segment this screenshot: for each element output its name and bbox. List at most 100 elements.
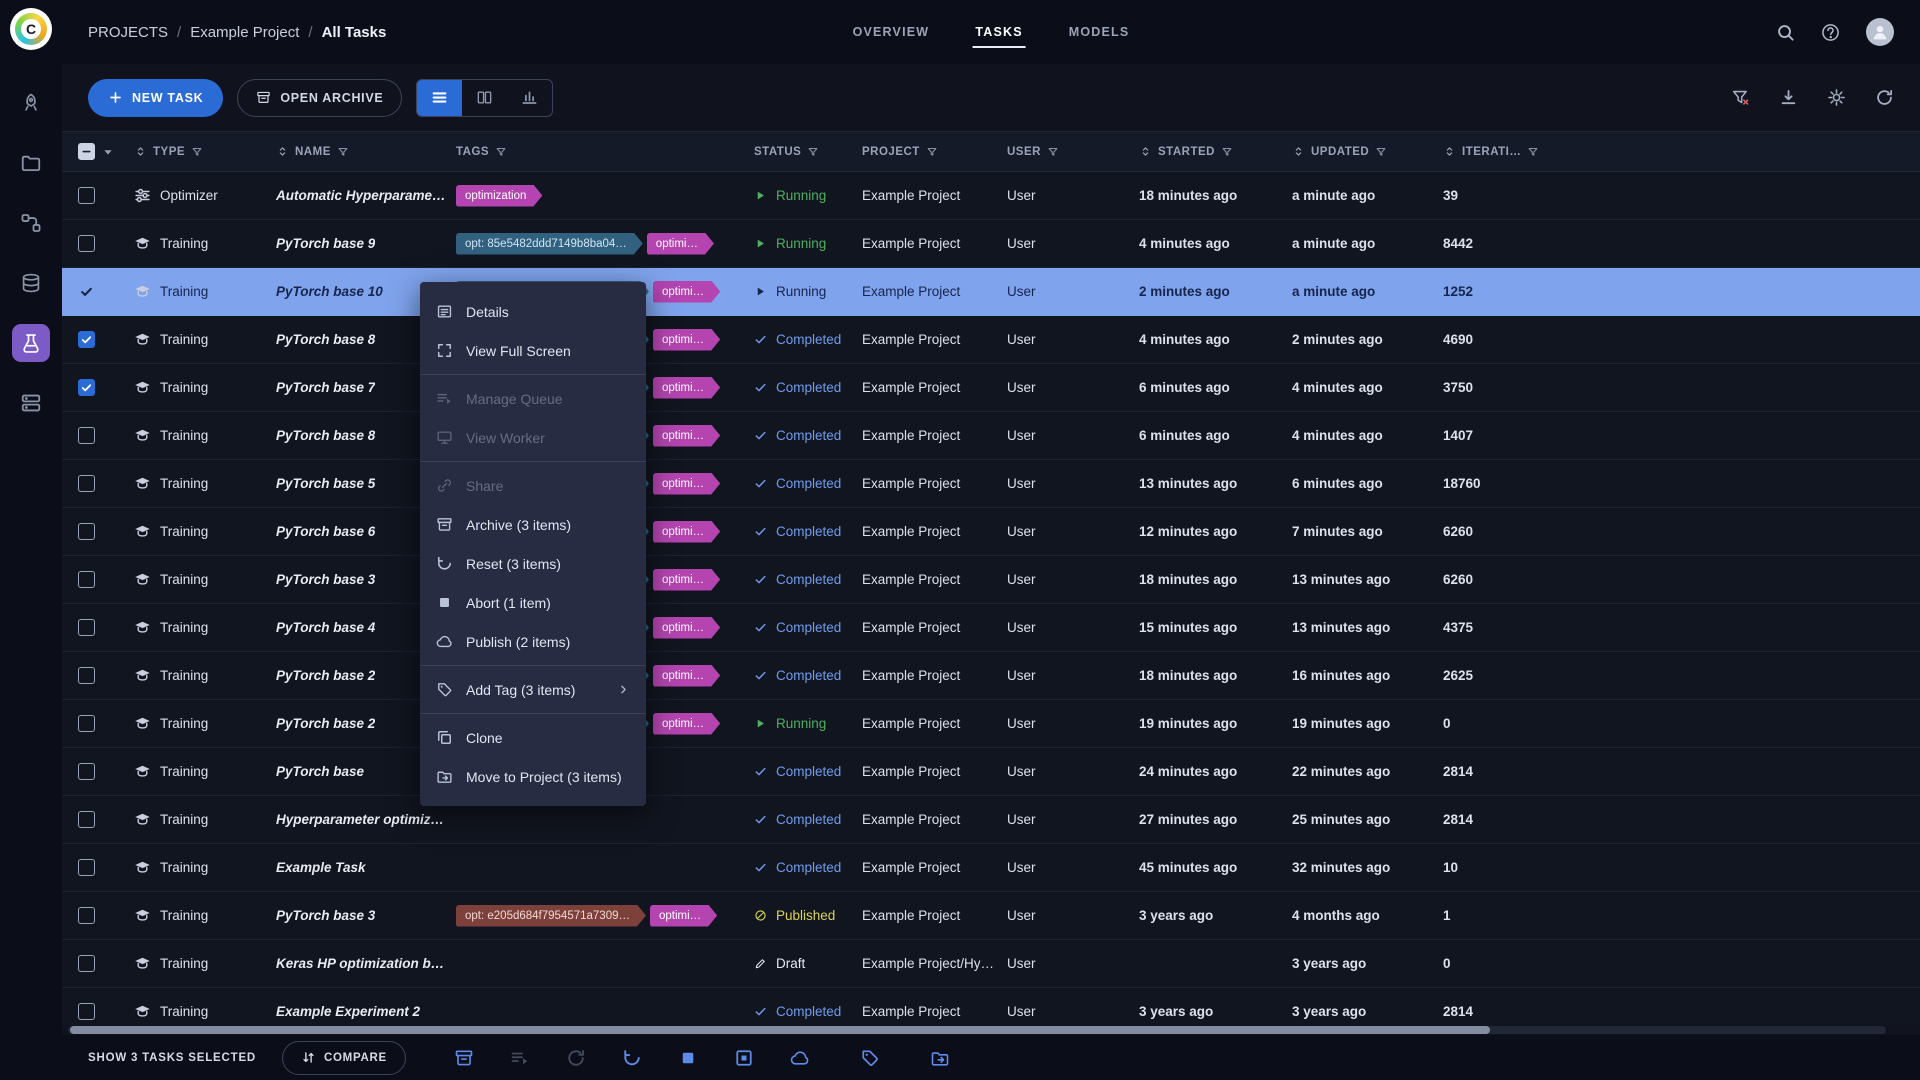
menu-item-abort-1-item[interactable]: Abort (1 item) xyxy=(420,583,646,622)
clearml-logo[interactable]: C xyxy=(10,8,52,50)
footer-action-move-to-project[interactable] xyxy=(930,1048,950,1068)
footer-action-archive[interactable] xyxy=(454,1048,474,1068)
download-icon[interactable] xyxy=(1779,88,1798,107)
breadcrumb-project-name[interactable]: Example Project xyxy=(190,24,299,41)
menu-item-add-tag-3-items[interactable]: Add Tag (3 items) xyxy=(420,670,646,709)
task-tag[interactable]: optimi… xyxy=(653,425,720,447)
task-tag[interactable]: optimi… xyxy=(653,473,720,495)
row-checkbox[interactable] xyxy=(78,475,95,492)
row-checkbox[interactable] xyxy=(78,619,95,636)
settings-icon[interactable] xyxy=(1827,88,1846,107)
footer-action-publish[interactable] xyxy=(790,1048,810,1068)
task-tag[interactable]: optimi… xyxy=(653,665,720,687)
column-header-name[interactable]: NAME xyxy=(276,145,456,158)
search-icon[interactable] xyxy=(1776,23,1795,42)
row-checkbox[interactable] xyxy=(78,571,95,588)
task-name[interactable]: PyTorch base 5 xyxy=(276,476,375,491)
row-checkbox[interactable] xyxy=(78,283,95,300)
row-checkbox[interactable] xyxy=(78,187,95,204)
menu-item-archive-3-items[interactable]: Archive (3 items) xyxy=(420,505,646,544)
task-name[interactable]: PyTorch base 6 xyxy=(276,524,375,539)
row-checkbox[interactable] xyxy=(78,811,95,828)
task-tag[interactable]: optimization xyxy=(456,185,542,207)
task-name[interactable]: PyTorch base 8 xyxy=(276,332,375,347)
task-tag[interactable]: optimi… xyxy=(650,905,717,927)
help-icon[interactable] xyxy=(1821,23,1840,42)
task-tag[interactable]: optimi… xyxy=(653,713,720,735)
row-checkbox[interactable] xyxy=(78,427,95,444)
table-row[interactable]: TrainingKeras HP optimization baseDraftE… xyxy=(62,940,1920,988)
table-row[interactable]: TrainingPyTorch base 8optimi…CompletedEx… xyxy=(62,316,1920,364)
menu-item-clone[interactable]: Clone xyxy=(420,718,646,757)
breadcrumb-current[interactable]: All Tasks xyxy=(322,24,387,41)
task-name[interactable]: PyTorch base 8 xyxy=(276,428,375,443)
column-header-user[interactable]: USER xyxy=(1007,146,1139,158)
task-tag[interactable]: optimi… xyxy=(653,617,720,639)
table-row[interactable]: TrainingPyTorch base 6optimi…CompletedEx… xyxy=(62,508,1920,556)
task-name[interactable]: Keras HP optimization base xyxy=(276,956,448,971)
task-tag[interactable]: optimi… xyxy=(653,329,720,351)
menu-item-details[interactable]: Details xyxy=(420,292,646,331)
table-row[interactable]: TrainingExample TaskCompletedExample Pro… xyxy=(62,844,1920,892)
table-row[interactable]: TrainingPyTorch baseCompletedExample Pro… xyxy=(62,748,1920,796)
table-row[interactable]: TrainingPyTorch base 2optimi…RunningExam… xyxy=(62,700,1920,748)
task-name[interactable]: PyTorch base 2 xyxy=(276,716,375,731)
task-name[interactable]: PyTorch base 3 xyxy=(276,908,375,923)
task-name[interactable]: PyTorch base 7 xyxy=(276,380,375,395)
compare-button[interactable]: COMPARE xyxy=(282,1041,406,1075)
column-header-started[interactable]: STARTED xyxy=(1139,145,1292,158)
table-row[interactable]: TrainingPyTorch base 8optimi…CompletedEx… xyxy=(62,412,1920,460)
table-row[interactable]: TrainingPyTorch base 7optimi…CompletedEx… xyxy=(62,364,1920,412)
menu-item-publish-2-items[interactable]: Publish (2 items) xyxy=(420,622,646,661)
task-name[interactable]: PyTorch base 3 xyxy=(276,572,375,587)
table-row[interactable]: TrainingPyTorch base 2optimi…CompletedEx… xyxy=(62,652,1920,700)
select-all-checkbox[interactable] xyxy=(78,143,95,160)
column-header-tags[interactable]: TAGS xyxy=(456,146,754,158)
row-checkbox[interactable] xyxy=(78,523,95,540)
sidebar-item-workers[interactable] xyxy=(12,384,50,422)
scrollbar-thumb[interactable] xyxy=(70,1026,1490,1034)
menu-item-view-worker[interactable]: View Worker xyxy=(420,418,646,457)
task-name[interactable]: Hyperparameter optimizati… xyxy=(276,812,448,827)
footer-action-abort[interactable] xyxy=(678,1048,698,1068)
row-checkbox[interactable] xyxy=(78,331,95,348)
sidebar-item-datasets[interactable] xyxy=(12,264,50,302)
task-name[interactable]: Automatic Hyperparamete… xyxy=(276,188,448,203)
task-name[interactable]: PyTorch base 4 xyxy=(276,620,375,635)
card-view-button[interactable] xyxy=(462,80,507,116)
footer-action-retry[interactable] xyxy=(566,1048,586,1068)
breadcrumb-projects[interactable]: PROJECTS xyxy=(88,24,168,41)
task-tag[interactable]: optimi… xyxy=(653,521,720,543)
row-checkbox[interactable] xyxy=(78,667,95,684)
row-checkbox[interactable] xyxy=(78,763,95,780)
task-name[interactable]: PyTorch base 9 xyxy=(276,236,375,251)
row-checkbox[interactable] xyxy=(78,955,95,972)
column-header-project[interactable]: PROJECT xyxy=(862,146,1007,158)
new-task-button[interactable]: NEW TASK xyxy=(88,79,223,117)
user-avatar[interactable] xyxy=(1866,18,1894,46)
column-header-status[interactable]: STATUS xyxy=(754,146,862,158)
task-name[interactable]: Example Task xyxy=(276,860,366,875)
sidebar-item-experiments[interactable] xyxy=(12,324,50,362)
row-checkbox[interactable] xyxy=(78,235,95,252)
row-checkbox[interactable] xyxy=(78,907,95,924)
footer-action-enqueue[interactable] xyxy=(510,1048,530,1068)
row-checkbox[interactable] xyxy=(78,379,95,396)
table-row[interactable]: TrainingPyTorch base 4optimi…CompletedEx… xyxy=(62,604,1920,652)
row-checkbox[interactable] xyxy=(78,1003,95,1020)
select-dropdown-caret[interactable] xyxy=(101,145,115,159)
chart-view-button[interactable] xyxy=(507,80,552,116)
column-header-iterati[interactable]: ITERATI… xyxy=(1443,145,1583,158)
task-tag[interactable]: opt: e205d684f7954571a7309… xyxy=(456,905,646,927)
task-tag[interactable]: optimi… xyxy=(647,233,714,255)
auto-refresh-icon[interactable] xyxy=(1875,88,1894,107)
task-tag[interactable]: optimi… xyxy=(653,377,720,399)
task-name[interactable]: PyTorch base 10 xyxy=(276,284,383,299)
table-row[interactable]: TrainingPyTorch base 10optimi…RunningExa… xyxy=(62,268,1920,316)
menu-item-manage-queue[interactable]: Manage Queue xyxy=(420,379,646,418)
task-tag[interactable]: optimi… xyxy=(653,569,720,591)
open-archive-button[interactable]: OPEN ARCHIVE xyxy=(237,79,402,117)
column-header-updated[interactable]: UPDATED xyxy=(1292,145,1443,158)
row-checkbox[interactable] xyxy=(78,859,95,876)
tab-tasks[interactable]: TASKS xyxy=(975,0,1022,64)
